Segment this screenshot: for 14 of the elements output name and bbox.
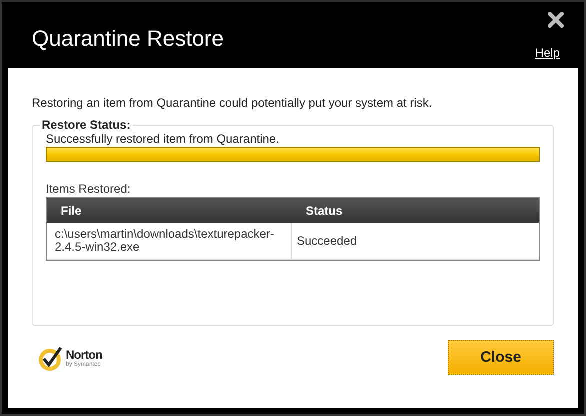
close-icon[interactable] — [548, 12, 564, 28]
group-legend: Restore Status: — [40, 118, 133, 132]
table-cell-text: Succeeded — [296, 232, 358, 250]
window-title: Quarantine Restore — [32, 26, 224, 52]
checkmark-logo-icon — [38, 344, 64, 370]
status-message: Successfully restored item from Quarantine. — [46, 132, 280, 146]
close-button[interactable]: Close — [448, 340, 554, 375]
items-label: Items Restored: — [46, 182, 132, 196]
column-header: Status — [305, 202, 344, 220]
help-link[interactable]: Help — [535, 46, 560, 60]
table-cell: c:\users\martin\downloads\texturepacker-2.4.5-win32.exe — [47, 223, 292, 259]
column-header: File — [60, 202, 83, 220]
warning-text: Restoring an item from Quarantine could potentially put your system at risk. — [32, 96, 434, 110]
logo-name: Norton — [66, 348, 102, 362]
